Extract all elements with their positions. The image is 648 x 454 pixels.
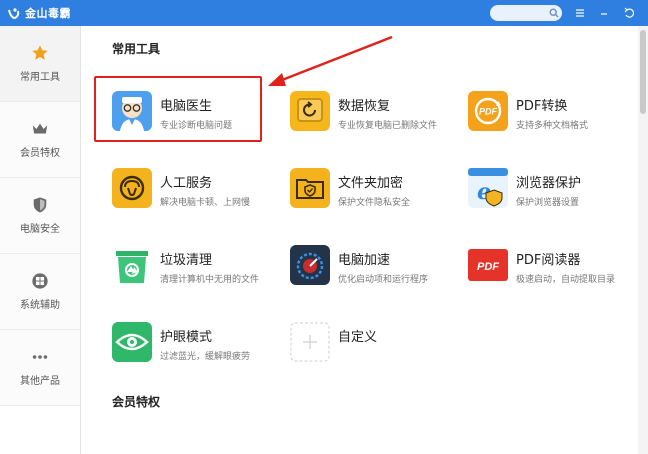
app-title: 金山毒霸 <box>25 7 71 20</box>
tool-pdf-reader[interactable]: PDF PDF阅读器 极速启动，自动提取目录 <box>468 239 638 291</box>
scroll-thumb[interactable] <box>640 30 646 114</box>
tool-desc: 清理计算机中无用的文件 <box>160 275 260 285</box>
tool-desc: 解决电脑卡顿、上网慢 <box>160 198 251 208</box>
tool-desc: 专业诊断电脑问题 <box>160 121 233 131</box>
tool-desc: 专业恢复电脑已删除文件 <box>338 121 438 131</box>
windows-icon <box>32 273 48 289</box>
more-icon <box>32 355 48 359</box>
trash-clean-icon <box>116 251 148 283</box>
svg-text:PDF: PDF <box>479 107 498 117</box>
tool-name: PDF阅读器 <box>516 253 581 268</box>
tool-name: 垃圾清理 <box>160 253 213 268</box>
tool-human-service[interactable]: 人工服务 解决电脑卡顿、上网慢 <box>112 162 282 214</box>
add-custom-icon <box>290 322 330 362</box>
section-title-common-tools: 常用工具 <box>112 42 161 56</box>
logo-icon <box>8 8 20 20</box>
sidebar-item-label: 常用工具 <box>20 72 60 83</box>
data-recovery-icon <box>290 91 330 131</box>
tool-name: PDF转换 <box>516 99 568 114</box>
tool-browser-protect[interactable]: e 浏览器保护 保护浏览器设置 <box>468 162 638 214</box>
speedup-icon <box>290 245 330 285</box>
search-icon[interactable] <box>549 8 559 18</box>
tool-name: 护眼模式 <box>160 330 213 345</box>
tool-add-custom[interactable]: 自定义 <box>290 316 460 368</box>
search-box[interactable] <box>490 5 562 21</box>
tool-speedup[interactable]: 电脑加速 优化启动项和运行程序 <box>290 239 460 291</box>
tool-name: 电脑加速 <box>338 253 391 268</box>
menu-button[interactable] <box>573 5 587 21</box>
tool-desc: 支持多种文档格式 <box>516 121 589 131</box>
section-title-vip: 会员特权 <box>112 395 161 409</box>
tool-name: 人工服务 <box>160 176 213 191</box>
tool-desc: 保护浏览器设置 <box>516 198 580 208</box>
tool-desc: 极速启动，自动提取目录 <box>516 275 616 285</box>
browser-protect-icon: e <box>468 168 508 208</box>
title-bar: 金山毒霸 <box>0 0 648 26</box>
menu-icon <box>576 9 584 17</box>
tool-pdf-convert[interactable]: PDF PDF转换 支持多种文档格式 <box>468 85 638 137</box>
sidebar-item-label: 系统辅助 <box>20 300 60 311</box>
main-panel: 常用工具 电脑医生 专业诊断电脑问题 数据恢复 专业恢复电脑已删除文件 PDF … <box>82 26 638 454</box>
tool-folder-encrypt[interactable]: 文件夹加密 保护文件隐私安全 <box>290 162 460 214</box>
tool-name: 文件夹加密 <box>338 176 404 191</box>
tool-data-recovery[interactable]: 数据恢复 专业恢复电脑已删除文件 <box>290 85 460 137</box>
pdf-convert-icon: PDF <box>468 91 508 131</box>
sidebar-item-other-products[interactable]: 其他产品 <box>0 330 80 406</box>
tool-desc: 保护文件隐私安全 <box>338 198 411 208</box>
tool-name: 自定义 <box>338 330 378 345</box>
tool-doctor[interactable]: 电脑医生 专业诊断电脑问题 <box>112 85 282 137</box>
pdf-reader-icon: PDF <box>468 249 508 281</box>
folder-encrypt-icon <box>290 168 330 208</box>
app-logo: 金山毒霸 <box>7 5 71 21</box>
sidebar-item-security[interactable]: 电脑安全 <box>0 178 80 254</box>
minimize-icon <box>601 13 607 15</box>
tool-desc: 过滤蓝光，缓解眼疲劳 <box>160 352 251 362</box>
tool-desc: 优化启动项和运行程序 <box>338 275 429 285</box>
sidebar-item-label: 会员特权 <box>20 148 60 159</box>
star-icon <box>32 45 48 60</box>
tool-trash-clean[interactable]: 垃圾清理 清理计算机中无用的文件 <box>112 239 282 291</box>
sidebar-item-label: 电脑安全 <box>20 224 60 235</box>
svg-text:PDF: PDF <box>477 261 499 273</box>
tool-name: 浏览器保护 <box>516 176 582 191</box>
tool-name: 数据恢复 <box>338 99 391 114</box>
shield-icon <box>33 197 47 213</box>
eye-care-icon <box>112 322 152 362</box>
tool-eye-care[interactable]: 护眼模式 过滤蓝光，缓解眼疲劳 <box>112 316 282 368</box>
sidebar-item-label: 其他产品 <box>20 376 60 387</box>
sidebar-item-system-assist[interactable]: 系统辅助 <box>0 254 80 330</box>
sidebar-item-common-tools[interactable]: 常用工具 <box>0 26 80 102</box>
search-input[interactable] <box>496 7 546 19</box>
back-button[interactable] <box>622 5 636 21</box>
doctor-icon <box>112 91 152 131</box>
crown-icon <box>32 123 48 134</box>
sidebar: 常用工具 会员特权 电脑安全 系统辅助 其他产品 <box>0 26 81 454</box>
minimize-button[interactable] <box>597 5 611 21</box>
sidebar-item-vip[interactable]: 会员特权 <box>0 102 80 178</box>
human-service-icon <box>112 168 152 208</box>
tool-name: 电脑医生 <box>160 99 213 114</box>
vertical-scrollbar[interactable] <box>638 26 648 454</box>
back-icon <box>624 7 635 18</box>
